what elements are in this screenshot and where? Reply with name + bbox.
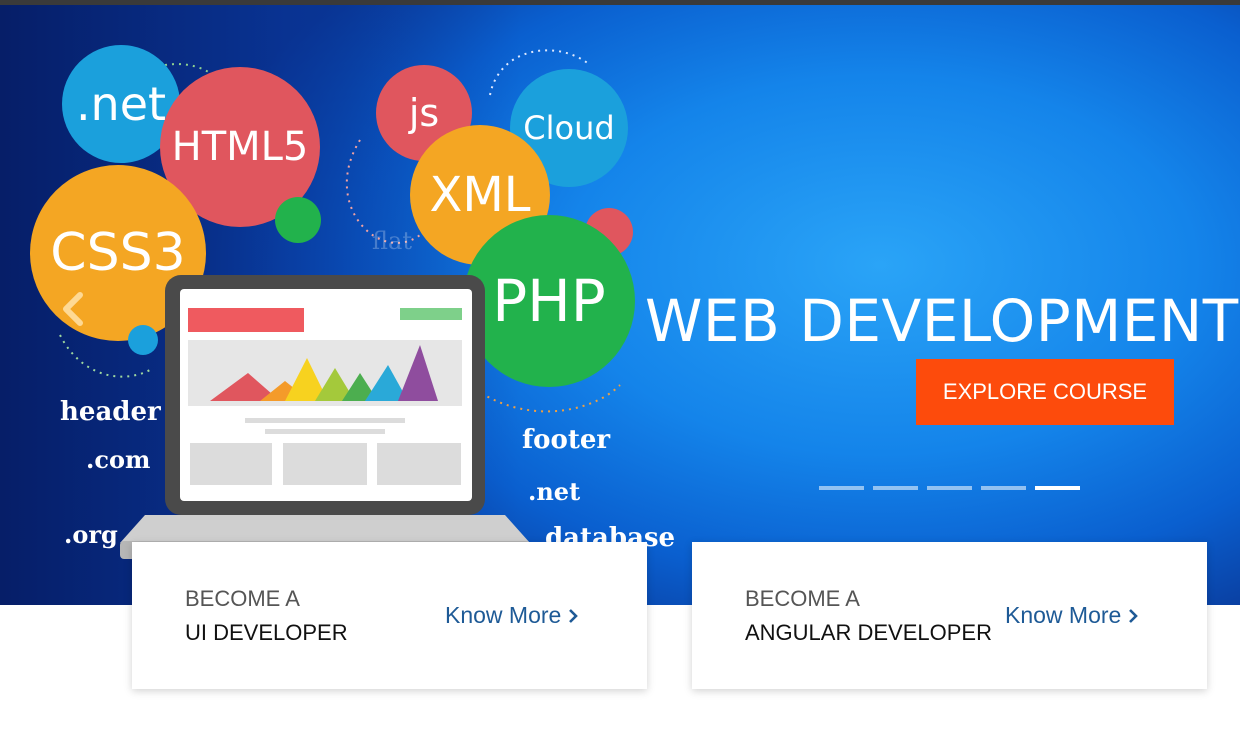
carousel-dot-1[interactable] xyxy=(819,486,864,490)
laptop-illustration xyxy=(120,275,530,559)
chevron-right-icon[interactable] xyxy=(1127,608,1139,624)
know-more-label[interactable]: Know More xyxy=(445,602,561,629)
course-card-ui: BECOME A UI DEVELOPER Know More xyxy=(132,542,647,689)
card-title: ANGULAR DEVELOPER xyxy=(745,620,992,645)
carousel-dot-3[interactable] xyxy=(927,486,972,490)
hero-title: WEB DEVELOPMENT C xyxy=(645,287,1240,355)
chevron-right-icon[interactable] xyxy=(567,608,579,624)
card-subtitle: BECOME A xyxy=(185,586,300,611)
bubble-xml-label: XML xyxy=(429,167,531,223)
carousel-dot-4[interactable] xyxy=(981,486,1026,490)
carousel-dot-2[interactable] xyxy=(873,486,918,490)
know-more-label[interactable]: Know More xyxy=(1005,602,1121,629)
chevron-left-icon[interactable] xyxy=(58,291,86,327)
bubble-net-label: .net xyxy=(75,77,167,131)
card-title: UI DEVELOPER xyxy=(185,620,348,645)
bubble-html5-label: HTML5 xyxy=(171,124,309,170)
bubble-green-small xyxy=(275,197,321,243)
know-more-link[interactable]: Know More xyxy=(445,602,579,629)
flat-label: flat xyxy=(372,227,412,255)
bubble-cloud-label: Cloud xyxy=(523,109,615,147)
carousel-dot-5[interactable] xyxy=(1035,486,1080,490)
know-more-link[interactable]: Know More xyxy=(1005,602,1139,629)
card-subtitle: BECOME A xyxy=(745,586,860,611)
bubble-js-label: js xyxy=(408,91,440,135)
hero-carousel: .net HTML5 CSS3 js Cloud XML PHP flat he… xyxy=(0,5,1240,605)
word-org: .org xyxy=(64,520,118,549)
course-card-angular: BECOME A ANGULAR DEVELOPER Know More xyxy=(692,542,1207,689)
carousel-indicators xyxy=(819,486,1080,490)
explore-course-button[interactable]: EXPLORE COURSE xyxy=(916,359,1174,425)
